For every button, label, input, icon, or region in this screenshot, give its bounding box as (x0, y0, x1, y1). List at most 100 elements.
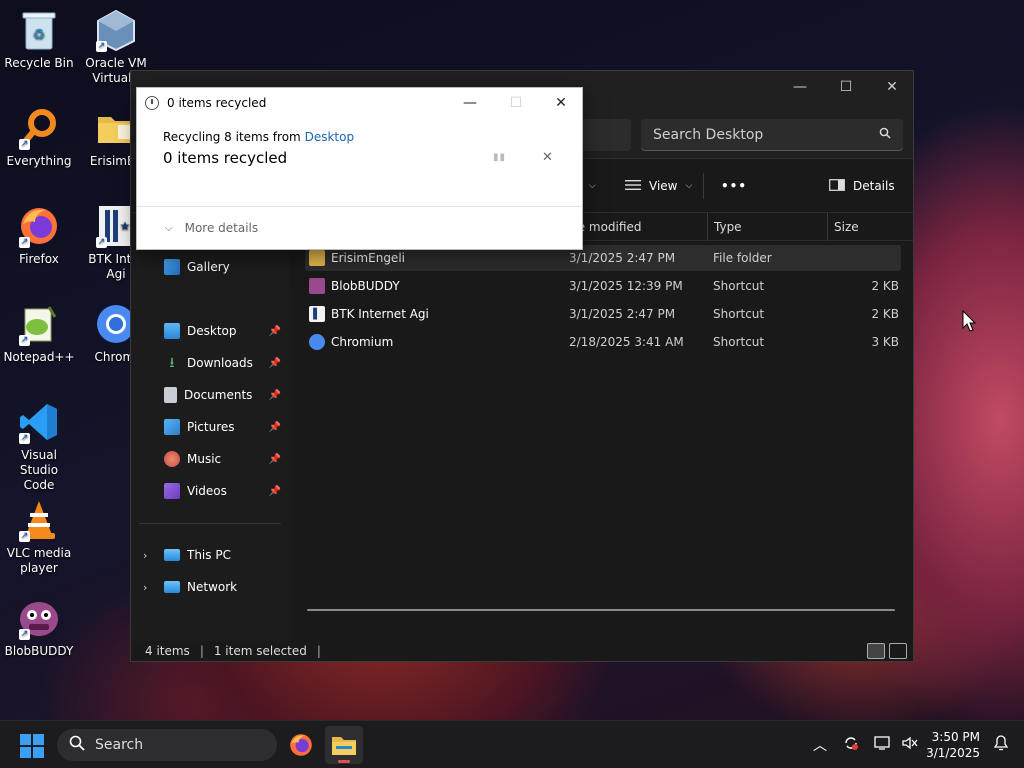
column-header-date-modified[interactable]: te modified (567, 213, 707, 241)
cancel-icon[interactable]: ✕ (542, 150, 553, 165)
recycle-progress-dialog: 0 items recycled — ☐ ✕ Recycling 8 items… (136, 87, 583, 250)
pause-icon[interactable]: ▮▮ (493, 152, 506, 163)
dialog-operation-text: Recycling 8 items from Desktop (163, 130, 355, 144)
file-row[interactable]: Chromium 2/18/2025 3:41 AM Shortcut 3 KB (305, 329, 901, 355)
file-row[interactable]: BlobBUDDY 3/1/2025 12:39 PM Shortcut 2 K… (305, 273, 901, 299)
shortcut-arrow-icon: ↗ (19, 531, 30, 542)
explorer-close-button[interactable]: ✕ (869, 71, 915, 103)
details-view-toggle-icon[interactable] (867, 643, 885, 659)
view-list-icon (625, 179, 641, 194)
sync-icon[interactable] (843, 735, 859, 755)
dialog-minimize-button[interactable]: — (447, 88, 493, 117)
documents-icon (164, 387, 177, 403)
chevron-right-icon[interactable]: › (143, 549, 147, 562)
pin-icon: 📌 (268, 453, 281, 465)
taskbar-file-explorer-button[interactable] (325, 726, 363, 764)
desktop-icon-notepadpp[interactable]: ↗ Notepad++ (1, 302, 77, 365)
clock-icon (145, 95, 159, 110)
notification-bell-icon[interactable] (993, 735, 1009, 755)
chevron-right-icon[interactable]: › (143, 581, 147, 594)
taskbar-search-box[interactable]: Search (57, 729, 277, 761)
clock-date: 3/1/2025 (926, 746, 980, 760)
nav-item-pictures[interactable]: Pictures 📌 (131, 413, 289, 441)
desktop-icon-vlc[interactable]: ↗ VLC media player (1, 498, 77, 576)
nav-item-this-pc[interactable]: › This PC (131, 541, 289, 569)
nav-item-downloads[interactable]: ⭳ Downloads 📌 (131, 349, 289, 377)
search-icon (879, 127, 891, 143)
details-pane-button[interactable]: Details (829, 175, 895, 197)
shortcut-arrow-icon: ↗ (96, 237, 107, 248)
clock-time: 3:50 PM (931, 730, 980, 744)
search-desktop-input[interactable]: Search Desktop (641, 119, 903, 151)
active-indicator (338, 760, 350, 763)
toolbar-separator (703, 173, 704, 199)
file-row[interactable]: ▌ BTK Internet Agi 3/1/2025 2:47 PM Shor… (305, 301, 901, 327)
details-label: Details (853, 179, 895, 193)
desktop-icon (164, 323, 180, 339)
status-divider: | (199, 644, 204, 658)
folder-icon (309, 250, 325, 266)
firefox-icon: ↗ (17, 204, 61, 248)
explorer-maximize-button[interactable]: ☐ (823, 71, 869, 103)
nav-item-music[interactable]: Music 📌 (131, 445, 289, 473)
chromium-icon (309, 334, 325, 350)
desktop-icon-everything[interactable]: ↗ Everything (1, 106, 77, 169)
file-list: te modified Type Size ErisimEngeli 3/1/2… (289, 213, 913, 641)
nav-item-network[interactable]: › Network (131, 573, 289, 601)
sort-dropdown-chevron[interactable]: ⌵ (589, 175, 596, 197)
dialog-progress-text: 0 items recycled (163, 149, 288, 167)
nav-item-documents[interactable]: Documents 📌 (131, 381, 289, 409)
svg-text:★: ★ (120, 219, 131, 233)
view-button[interactable]: View ⌵ (625, 175, 692, 197)
file-explorer-icon (332, 737, 356, 755)
network-status-icon[interactable] (874, 735, 892, 755)
network-icon (164, 581, 180, 593)
column-header-size[interactable]: Size (827, 213, 907, 241)
blobbuddy-icon: ↗ (17, 596, 61, 640)
taskbar-clock[interactable]: 3:50 PM 3/1/2025 (926, 729, 980, 761)
address-field[interactable] (581, 119, 631, 151)
chevron-down-icon: ⌵ (589, 181, 596, 191)
source-folder-link[interactable]: Desktop (305, 130, 355, 144)
horizontal-scrollbar[interactable] (307, 609, 895, 611)
explorer-minimize-button[interactable]: — (777, 71, 823, 103)
status-divider: | (316, 644, 321, 658)
shortcut-arrow-icon: ↗ (19, 433, 30, 444)
nav-item-desktop[interactable]: Desktop 📌 (131, 317, 289, 345)
blobbuddy-icon (309, 278, 325, 294)
shortcut-arrow-icon: ↗ (19, 139, 30, 150)
status-bar: 4 items | 1 item selected | (131, 641, 913, 661)
pin-icon: 📌 (268, 357, 281, 369)
mouse-cursor-icon (962, 310, 976, 332)
recycle-bin-icon: ♻ (17, 8, 61, 52)
more-details-toggle[interactable]: ⌵ More details (165, 221, 258, 235)
search-placeholder: Search Desktop (653, 126, 764, 143)
shortcut-arrow-icon: ↗ (19, 629, 30, 640)
dialog-close-button[interactable]: ✕ (538, 88, 584, 117)
pin-icon: 📌 (268, 325, 281, 337)
desktop-icon-recycle-bin[interactable]: ♻ Recycle Bin (1, 8, 77, 71)
view-label: View (649, 179, 678, 193)
nav-item-videos[interactable]: Videos 📌 (131, 477, 289, 505)
navigation-pane: Gallery Desktop 📌 ⭳ Downloads 📌 Document… (131, 213, 289, 641)
pictures-icon (164, 419, 180, 435)
more-options-icon: ••• (721, 179, 748, 193)
show-hidden-icons-chevron-icon[interactable]: ︿ (813, 735, 827, 755)
svg-text:♻: ♻ (33, 27, 46, 43)
windows-logo-icon (20, 734, 31, 745)
details-pane-icon (829, 178, 845, 194)
desktop-icon-vscode[interactable]: ↗ Visual Studio Code (1, 400, 77, 493)
start-button[interactable] (20, 734, 44, 758)
nav-item-gallery[interactable]: Gallery (131, 253, 289, 281)
videos-icon (164, 483, 180, 499)
desktop-icon-firefox[interactable]: ↗ Firefox (1, 204, 77, 267)
this-pc-icon (164, 549, 180, 561)
desktop-icon-blobbuddy[interactable]: ↗ BlobBUDDY (1, 596, 77, 659)
volume-muted-icon[interactable] (901, 735, 919, 755)
more-options-button[interactable]: ••• (721, 175, 747, 197)
taskbar-search-label: Search (95, 737, 144, 753)
column-header-type[interactable]: Type (707, 213, 827, 241)
large-icons-view-toggle-icon[interactable] (889, 643, 907, 659)
taskbar-firefox-button[interactable] (282, 726, 320, 764)
pin-icon: 📌 (268, 421, 281, 433)
